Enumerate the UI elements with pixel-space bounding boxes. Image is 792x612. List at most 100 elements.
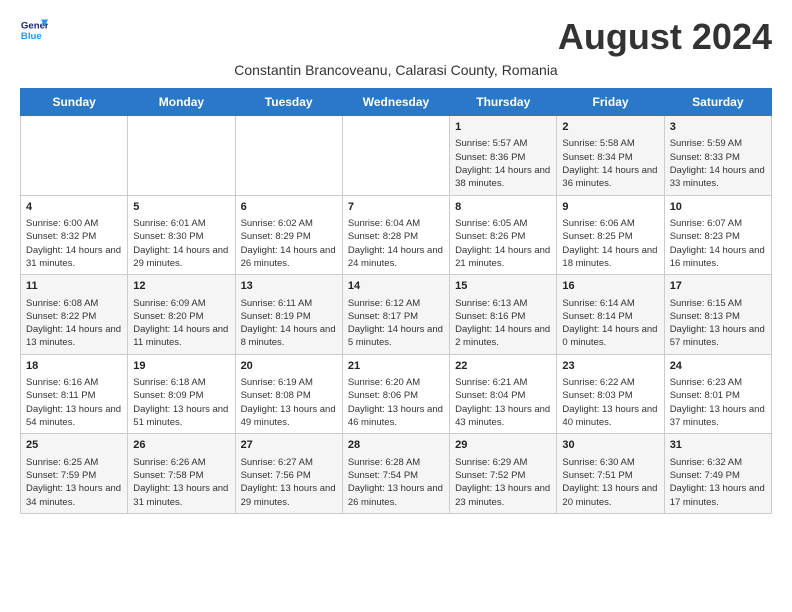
day-number: 19	[133, 359, 229, 374]
day-number: 28	[348, 438, 444, 453]
calendar-cell: 4Sunrise: 6:00 AM Sunset: 8:32 PM Daylig…	[21, 195, 128, 275]
weekday-header: Monday	[128, 89, 235, 116]
calendar-cell: 15Sunrise: 6:13 AM Sunset: 8:16 PM Dayli…	[450, 275, 557, 355]
logo: General Blue	[20, 16, 48, 44]
calendar-cell: 25Sunrise: 6:25 AM Sunset: 7:59 PM Dayli…	[21, 434, 128, 514]
day-number: 23	[562, 359, 658, 374]
logo-icon: General Blue	[20, 16, 48, 44]
day-number: 18	[26, 359, 122, 374]
calendar-cell: 18 Sunrise: 6:16 AM Sunset: 8:11 PM Dayli…	[21, 354, 128, 434]
cell-info: Sunrise: 5:58 AM Sunset: 8:34 PM Dayligh…	[562, 137, 658, 190]
cell-info: Sunrise: 6:04 AM Sunset: 8:28 PM Dayligh…	[348, 217, 444, 270]
cell-info: Sunrise: 6:15 AM Sunset: 8:13 PM Dayligh…	[670, 297, 766, 350]
calendar-cell: 17 Sunrise: 6:15 AM Sunset: 8:13 PM Dayli…	[664, 275, 771, 355]
day-number: 3	[670, 120, 766, 135]
weekday-header: Thursday	[450, 89, 557, 116]
calendar-cell: 22Sunrise: 6:21 AM Sunset: 8:04 PM Dayli…	[450, 354, 557, 434]
cell-info: Sunrise: 6:29 AM Sunset: 7:52 PM Dayligh…	[455, 456, 551, 509]
day-number: 17	[670, 279, 766, 294]
calendar-cell: 27 Sunrise: 6:27 AM Sunset: 7:56 PM Dayli…	[235, 434, 342, 514]
day-number: 6	[241, 200, 337, 215]
page-header: General Blue August 2024	[20, 16, 772, 58]
cell-info: Sunrise: 6:12 AM Sunset: 8:17 PM Dayligh…	[348, 297, 444, 350]
calendar-cell: 28 Sunrise: 6:28 AM Sunset: 7:54 PM Dayli…	[342, 434, 449, 514]
day-number: 9	[562, 200, 658, 215]
day-number: 30	[562, 438, 658, 453]
cell-info: Sunrise: 6:07 AM Sunset: 8:23 PM Dayligh…	[670, 217, 766, 270]
calendar-cell: 13 Sunrise: 6:11 AM Sunset: 8:19 PM Dayli…	[235, 275, 342, 355]
calendar-cell: 20 Sunrise: 6:19 AM Sunset: 8:08 PM Dayli…	[235, 354, 342, 434]
cell-info: Sunrise: 6:14 AM Sunset: 8:14 PM Dayligh…	[562, 297, 658, 350]
calendar-cell	[342, 116, 449, 196]
calendar-cell: 8 Sunrise: 6:05 AM Sunset: 8:26 PM Daylig…	[450, 195, 557, 275]
calendar-cell: 29 Sunrise: 6:29 AM Sunset: 7:52 PM Dayli…	[450, 434, 557, 514]
day-number: 10	[670, 200, 766, 215]
day-number: 15	[455, 279, 551, 294]
cell-info: Sunrise: 6:22 AM Sunset: 8:03 PM Dayligh…	[562, 376, 658, 429]
day-number: 13	[241, 279, 337, 294]
calendar-table: SundayMondayTuesdayWednesdayThursdayFrid…	[20, 88, 772, 514]
day-number: 5	[133, 200, 229, 215]
calendar-cell: 19 Sunrise: 6:18 AM Sunset: 8:09 PM Dayli…	[128, 354, 235, 434]
calendar-cell: 14 Sunrise: 6:12 AM Sunset: 8:17 PM Dayli…	[342, 275, 449, 355]
cell-info: Sunrise: 6:11 AM Sunset: 8:19 PM Dayligh…	[241, 297, 337, 350]
day-number: 12	[133, 279, 229, 294]
day-number: 4	[26, 200, 122, 215]
calendar-cell: 9 Sunrise: 6:06 AM Sunset: 8:25 PM Daylig…	[557, 195, 664, 275]
cell-info: Sunrise: 5:59 AM Sunset: 8:33 PM Dayligh…	[670, 137, 766, 190]
day-number: 24	[670, 359, 766, 374]
day-number: 7	[348, 200, 444, 215]
cell-info: Sunrise: 6:09 AM Sunset: 8:20 PM Dayligh…	[133, 297, 229, 350]
cell-info: Sunrise: 6:18 AM Sunset: 8:09 PM Dayligh…	[133, 376, 229, 429]
calendar-cell: 24 Sunrise: 6:23 AM Sunset: 8:01 PM Dayli…	[664, 354, 771, 434]
calendar-cell: 31Sunrise: 6:32 AM Sunset: 7:49 PM Dayli…	[664, 434, 771, 514]
weekday-header: Tuesday	[235, 89, 342, 116]
calendar-cell: 6 Sunrise: 6:02 AM Sunset: 8:29 PM Daylig…	[235, 195, 342, 275]
calendar-cell	[128, 116, 235, 196]
calendar-cell: 10 Sunrise: 6:07 AM Sunset: 8:23 PM Dayli…	[664, 195, 771, 275]
cell-info: Sunrise: 6:19 AM Sunset: 8:08 PM Dayligh…	[241, 376, 337, 429]
cell-info: Sunrise: 6:27 AM Sunset: 7:56 PM Dayligh…	[241, 456, 337, 509]
day-number: 1	[455, 120, 551, 135]
day-number: 29	[455, 438, 551, 453]
day-number: 8	[455, 200, 551, 215]
calendar-cell: 1 Sunrise: 5:57 AM Sunset: 8:36 PM Daylig…	[450, 116, 557, 196]
day-number: 27	[241, 438, 337, 453]
weekday-header: Wednesday	[342, 89, 449, 116]
weekday-header: Saturday	[664, 89, 771, 116]
weekday-header: Sunday	[21, 89, 128, 116]
calendar-cell: 5 Sunrise: 6:01 AM Sunset: 8:30 PM Daylig…	[128, 195, 235, 275]
day-number: 31	[670, 438, 766, 453]
cell-info: Sunrise: 6:06 AM Sunset: 8:25 PM Dayligh…	[562, 217, 658, 270]
weekday-header: Friday	[557, 89, 664, 116]
calendar-cell: 7 Sunrise: 6:04 AM Sunset: 8:28 PM Daylig…	[342, 195, 449, 275]
cell-info: Sunrise: 6:28 AM Sunset: 7:54 PM Dayligh…	[348, 456, 444, 509]
cell-info: Sunrise: 6:26 AM Sunset: 7:58 PM Dayligh…	[133, 456, 229, 509]
page-subtitle: Constantin Brancoveanu, Calarasi County,…	[20, 62, 772, 78]
day-number: 2	[562, 120, 658, 135]
svg-text:Blue: Blue	[21, 31, 42, 42]
cell-info: Sunrise: 6:30 AM Sunset: 7:51 PM Dayligh…	[562, 456, 658, 509]
day-number: 16	[562, 279, 658, 294]
cell-info: Sunrise: 6:23 AM Sunset: 8:01 PM Dayligh…	[670, 376, 766, 429]
day-number: 22	[455, 359, 551, 374]
page-title: August 2024	[558, 16, 772, 58]
day-number: 20	[241, 359, 337, 374]
calendar-cell: 2 Sunrise: 5:58 AM Sunset: 8:34 PM Daylig…	[557, 116, 664, 196]
cell-info: Sunrise: 6:05 AM Sunset: 8:26 PM Dayligh…	[455, 217, 551, 270]
calendar-cell: 26 Sunrise: 6:26 AM Sunset: 7:58 PM Dayli…	[128, 434, 235, 514]
cell-info: Sunrise: 6:20 AM Sunset: 8:06 PM Dayligh…	[348, 376, 444, 429]
cell-info: Sunrise: 6:08 AM Sunset: 8:22 PM Dayligh…	[26, 297, 122, 350]
cell-info: Sunrise: 6:01 AM Sunset: 8:30 PM Dayligh…	[133, 217, 229, 270]
cell-info: Sunrise: 6:25 AM Sunset: 7:59 PM Dayligh…	[26, 456, 122, 509]
cell-info: Sunrise: 6:02 AM Sunset: 8:29 PM Dayligh…	[241, 217, 337, 270]
cell-info: Sunrise: 5:57 AM Sunset: 8:36 PM Dayligh…	[455, 137, 551, 190]
cell-info: Sunrise: 6:16 AM Sunset: 8:11 PM Dayligh…	[26, 376, 122, 429]
day-number: 26	[133, 438, 229, 453]
calendar-cell: 30 Sunrise: 6:30 AM Sunset: 7:51 PM Dayli…	[557, 434, 664, 514]
calendar-cell: 12 Sunrise: 6:09 AM Sunset: 8:20 PM Dayli…	[128, 275, 235, 355]
calendar-cell: 23 Sunrise: 6:22 AM Sunset: 8:03 PM Dayli…	[557, 354, 664, 434]
calendar-cell: 16 Sunrise: 6:14 AM Sunset: 8:14 PM Dayli…	[557, 275, 664, 355]
day-number: 14	[348, 279, 444, 294]
calendar-cell: 3 Sunrise: 5:59 AM Sunset: 8:33 PM Daylig…	[664, 116, 771, 196]
